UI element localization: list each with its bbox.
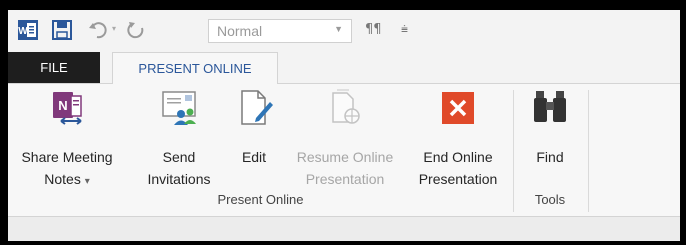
ribbon-tabs: FILE PRESENT ONLINE bbox=[8, 52, 680, 84]
label-line1: Share Meeting bbox=[21, 149, 113, 165]
undo-icon[interactable] bbox=[88, 20, 110, 40]
label-line1: End Online bbox=[423, 149, 493, 165]
label-line2: Presentation bbox=[418, 171, 498, 187]
customize-toolbar-icon[interactable]: ⩧ bbox=[401, 22, 408, 44]
group-label-tools: Tools bbox=[534, 192, 566, 207]
end-online-presentation-label: End Online Presentation bbox=[408, 146, 508, 190]
style-selector[interactable]: Normal ▼ bbox=[208, 19, 352, 43]
group-separator bbox=[513, 90, 514, 212]
save-icon[interactable] bbox=[52, 20, 72, 40]
tab-file[interactable]: FILE bbox=[8, 52, 100, 83]
edit-label: Edit bbox=[230, 146, 278, 168]
end-online-presentation-button[interactable]: End Online Presentation bbox=[408, 88, 508, 192]
end-presentation-icon bbox=[442, 92, 474, 124]
find-button[interactable]: Find bbox=[518, 88, 582, 192]
ribbon-present-online: N Share Meeting Notes ▾ Send Invitations… bbox=[8, 84, 680, 217]
label-line2: Presentation bbox=[305, 171, 385, 187]
share-meeting-notes-button[interactable]: N Share Meeting Notes ▾ bbox=[8, 88, 126, 192]
paragraph-marks-icon[interactable]: ¶¶ bbox=[365, 22, 382, 44]
send-invitations-label: Send Invitations bbox=[138, 146, 220, 190]
resume-online-presentation-button[interactable]: Resume Online Presentation bbox=[282, 88, 408, 192]
share-meeting-notes-label: Share Meeting Notes ▾ bbox=[8, 146, 126, 193]
group-separator bbox=[588, 90, 589, 212]
label-line1: Edit bbox=[241, 149, 267, 165]
svg-text:N: N bbox=[58, 98, 67, 113]
label-line2: Invitations bbox=[147, 171, 211, 187]
resume-online-presentation-label: Resume Online Presentation bbox=[282, 146, 408, 190]
group-label-present-online: Present Online bbox=[217, 192, 304, 207]
binoculars-icon bbox=[534, 91, 566, 122]
redo-icon[interactable] bbox=[126, 20, 146, 40]
send-invitations-button[interactable]: Send Invitations bbox=[138, 88, 220, 192]
document-area bbox=[8, 217, 680, 241]
edit-document-icon bbox=[241, 90, 273, 125]
chevron-down-icon[interactable]: ▼ bbox=[334, 24, 343, 34]
edit-button[interactable]: Edit bbox=[230, 88, 278, 192]
quick-access-toolbar: W ▾ Normal ▼ ¶¶ ⩧ bbox=[8, 10, 680, 52]
resume-presentation-icon bbox=[332, 89, 360, 124]
find-label: Find bbox=[518, 146, 582, 168]
undo-dropdown-icon[interactable]: ▾ bbox=[112, 24, 116, 33]
svg-text:W: W bbox=[18, 26, 28, 37]
word-app-icon[interactable]: W bbox=[18, 20, 38, 40]
send-invitations-icon bbox=[162, 91, 196, 125]
tab-present-online[interactable]: PRESENT ONLINE bbox=[112, 52, 278, 84]
label-line1: Send bbox=[162, 149, 196, 165]
chevron-down-icon[interactable]: ▾ bbox=[85, 176, 90, 187]
label-line1: Resume Online bbox=[296, 149, 394, 165]
label-line2: Notes bbox=[44, 171, 81, 187]
onenote-share-icon: N bbox=[53, 92, 82, 125]
style-value: Normal bbox=[217, 23, 263, 39]
label-line1: Find bbox=[536, 149, 564, 165]
word-window: W ▾ Normal ▼ ¶¶ ⩧ FILE PRESENT ONLINE N … bbox=[8, 10, 680, 241]
